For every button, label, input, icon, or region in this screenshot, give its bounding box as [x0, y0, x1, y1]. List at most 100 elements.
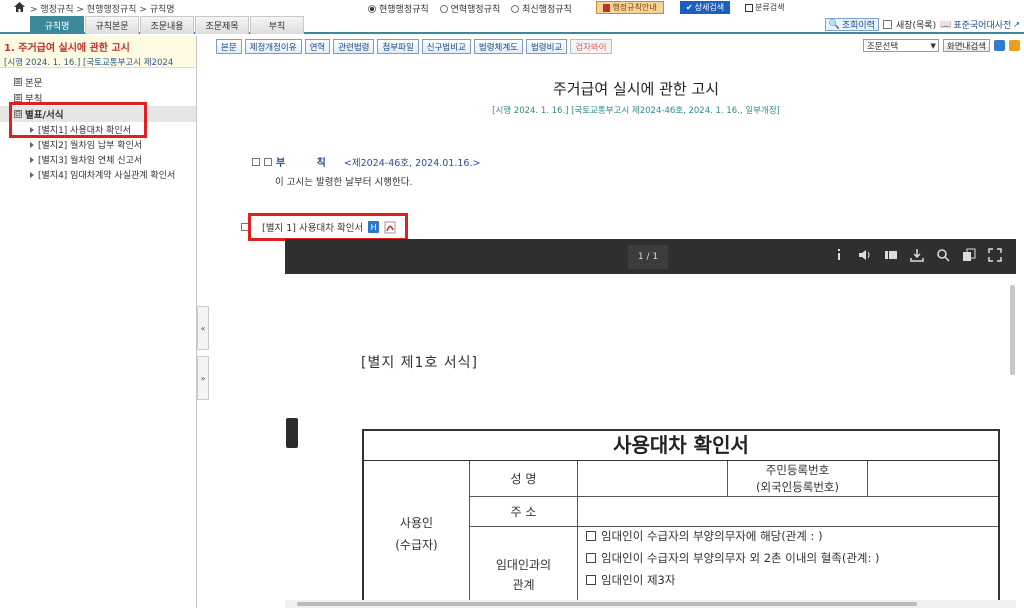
- drag-handle[interactable]: [286, 418, 298, 448]
- checkbox-icon[interactable]: [264, 157, 272, 166]
- form-title: 사용대차 확인서: [364, 431, 998, 461]
- page-indicator[interactable]: 1 / 1: [628, 245, 668, 269]
- expand-left-button[interactable]: »: [197, 356, 209, 400]
- expand-icon[interactable]: [252, 157, 260, 166]
- top-bar: > 행정규칙 > 현행행정규칙 > 규칙명 현행행정규칙 연혁행정규칙 최신행정…: [0, 0, 1024, 16]
- form-number-heading: [별지 제1호 서식]: [361, 355, 479, 371]
- vertical-scrollbar[interactable]: [1010, 285, 1015, 375]
- info-icon[interactable]: [832, 248, 846, 262]
- tab-right-tools: 🔍 조회이력 새창(목록) 📖 표준국어대사전 ↗: [824, 18, 1020, 32]
- download-icon[interactable]: [910, 248, 924, 262]
- scroll-thumb[interactable]: [297, 602, 917, 606]
- form-item-4[interactable]: [별지4] 임대차계약 사실관계 확인서: [14, 167, 196, 182]
- in-page-search-button[interactable]: 화면내검색: [942, 39, 990, 52]
- copy-icon[interactable]: [962, 248, 976, 262]
- book-icon: [603, 3, 611, 12]
- toolbar-body-button[interactable]: 본문: [216, 39, 242, 54]
- toolbar-compare-old-new-button[interactable]: 신구법비교: [421, 39, 471, 54]
- radio-dot-icon: [439, 4, 448, 13]
- toolbar-right: 조문선택 ▼ 화면내검색: [862, 39, 1020, 52]
- article-select[interactable]: 조문선택 ▼: [862, 39, 939, 52]
- rule-title[interactable]: 1. 주거급여 실시에 관한 고시: [4, 39, 192, 54]
- supplement-text: 이 고시는 발령한 날부터 시행한다.: [275, 177, 413, 188]
- toolbar-disabled-button[interactable]: 검자봐어: [570, 39, 612, 54]
- radio-current[interactable]: 현행행정규칙: [368, 2, 429, 15]
- document-title: 주거급여 실시에 관한 고시: [552, 80, 720, 98]
- radio-dot-icon: [511, 4, 520, 13]
- speaker-icon[interactable]: [858, 248, 872, 262]
- tab-supplement[interactable]: 부칙: [250, 16, 304, 34]
- new-window-label: 새창(목록): [895, 21, 937, 31]
- panel-splitter: « »: [197, 300, 209, 400]
- relation-option-2[interactable]: 임대인이 수급자의 부양의무자 외 2촌 이내의 혈족(관계: ): [586, 547, 880, 569]
- new-window-checkbox[interactable]: [882, 20, 892, 29]
- id-value-cell[interactable]: [868, 461, 998, 497]
- checkbox-icon[interactable]: [586, 553, 596, 563]
- name-label-cell: 성 명: [470, 461, 578, 497]
- checkbox-icon[interactable]: [586, 575, 596, 585]
- tree-item-body[interactable]: ⊞ 본문: [14, 74, 196, 90]
- triangle-icon: [30, 156, 34, 163]
- expand-icon[interactable]: ⊞: [14, 94, 22, 102]
- toolbar-related-button[interactable]: 관련법령: [333, 39, 375, 54]
- tab-article-content[interactable]: 조문내용: [140, 16, 194, 34]
- share-icon[interactable]: [994, 40, 1005, 51]
- triangle-icon: [30, 141, 34, 148]
- name-value-cell[interactable]: [578, 461, 728, 497]
- user-cell: 사용인 (수급자): [364, 461, 470, 606]
- radio-dot-icon: [368, 4, 376, 13]
- grid-icon: [745, 3, 753, 12]
- relation-label-cell: 임대인과의 관계: [470, 527, 578, 606]
- class-search-button[interactable]: 분류검색: [745, 1, 797, 14]
- form-item-3[interactable]: [별지3] 월차임 연체 신고서: [14, 152, 196, 167]
- detail-search-button[interactable]: ✔ 상세검색: [680, 1, 730, 14]
- form-item-2[interactable]: [별지2] 월차임 납부 확인서: [14, 137, 196, 152]
- horizontal-scrollbar[interactable]: [285, 600, 1016, 608]
- supplement-label: 부 칙: [276, 158, 340, 169]
- highlight-box-tree: [9, 102, 147, 138]
- rule-guide-button[interactable]: 행정규칙안내: [596, 1, 664, 14]
- supplement-row: 부 칙 <제2024-46호, 2024.01.16.>: [252, 154, 480, 169]
- left-title-box: 1. 주거급여 실시에 관한 고시 [시행 2024. 1. 16.] [국토교…: [0, 36, 196, 68]
- address-label-cell: 주 소: [470, 497, 578, 527]
- toolbar-attachment-button[interactable]: 첨부파일: [377, 39, 419, 54]
- form-table: 사용대차 확인서 사용인 (수급자) 성 명 주민등록번호 (외국인등록번호) …: [362, 429, 1000, 608]
- home-icon[interactable]: [14, 2, 25, 12]
- tab-rule-body[interactable]: 규칙본문: [85, 16, 139, 34]
- radio-latest[interactable]: 최신행정규칙: [511, 2, 572, 15]
- book-icon: 📖: [940, 19, 952, 30]
- settings-icon[interactable]: [1009, 40, 1020, 51]
- toolbar-system-button[interactable]: 법령체계도: [473, 39, 523, 54]
- relation-option-3[interactable]: 임대인이 제3자: [586, 569, 880, 591]
- tab-row: 규칙명 규칙본문 조문내용 조문제목 부칙 🔍 조회이력 새창(목록) 📖 표준…: [0, 16, 1024, 34]
- document-subtitle: [시행 2024. 1. 16.] [국토교통부고시 제2024-46호, 20…: [492, 106, 780, 116]
- history-button[interactable]: 🔍 조회이력: [824, 18, 879, 31]
- content-toolbar: 본문 제정개정이유 연혁 관련법령 첨부파일 신구법비교 법령체계도 법령비교 …: [216, 39, 612, 55]
- tab-article-title[interactable]: 조문제목: [195, 16, 249, 34]
- rule-subtitle: [시행 2024. 1. 16.] [국토교통부고시 제2024: [4, 58, 174, 68]
- check-search-icon: ✔: [685, 3, 693, 12]
- relation-options: 임대인이 수급자의 부양의무자에 해당(관계 : ) 임대인이 수급자의 부양의…: [586, 525, 880, 591]
- breadcrumb: > 행정규칙 > 현행행정규칙 > 규칙명: [30, 5, 175, 15]
- triangle-icon: [30, 171, 34, 178]
- relation-option-1[interactable]: 임대인이 수급자의 부양의무자에 해당(관계 : ): [586, 525, 880, 547]
- collapse-left-button[interactable]: «: [197, 306, 209, 350]
- search-tabs: 규칙명 규칙본문 조문내용 조문제목 부칙: [30, 16, 305, 34]
- chevron-down-icon: ▼: [930, 41, 936, 50]
- toolbar-compare-button[interactable]: 법령비교: [525, 39, 568, 54]
- address-value-cell[interactable]: [578, 497, 998, 527]
- checkbox-icon[interactable]: [586, 531, 596, 541]
- toolbar-reason-button[interactable]: 제정개정이유: [244, 39, 302, 54]
- toolbar-history-button[interactable]: 연혁: [304, 39, 331, 54]
- radio-history[interactable]: 연혁행정규칙: [439, 2, 500, 15]
- supplement-date-link[interactable]: <제2024-46호, 2024.01.16.>: [344, 155, 481, 169]
- sidebar-toggle-icon[interactable]: [884, 248, 898, 262]
- dictionary-link[interactable]: 📖 표준국어대사전 ↗: [940, 18, 1020, 32]
- expand-icon[interactable]: ⊞: [14, 78, 22, 86]
- search-icon[interactable]: [936, 248, 950, 262]
- fullscreen-icon[interactable]: [988, 248, 1002, 262]
- tab-rule-name[interactable]: 규칙명: [30, 16, 84, 34]
- search-icon: 🔍: [828, 19, 840, 30]
- viewer-tools: [832, 248, 1002, 262]
- external-link-icon: ↗: [1013, 20, 1020, 29]
